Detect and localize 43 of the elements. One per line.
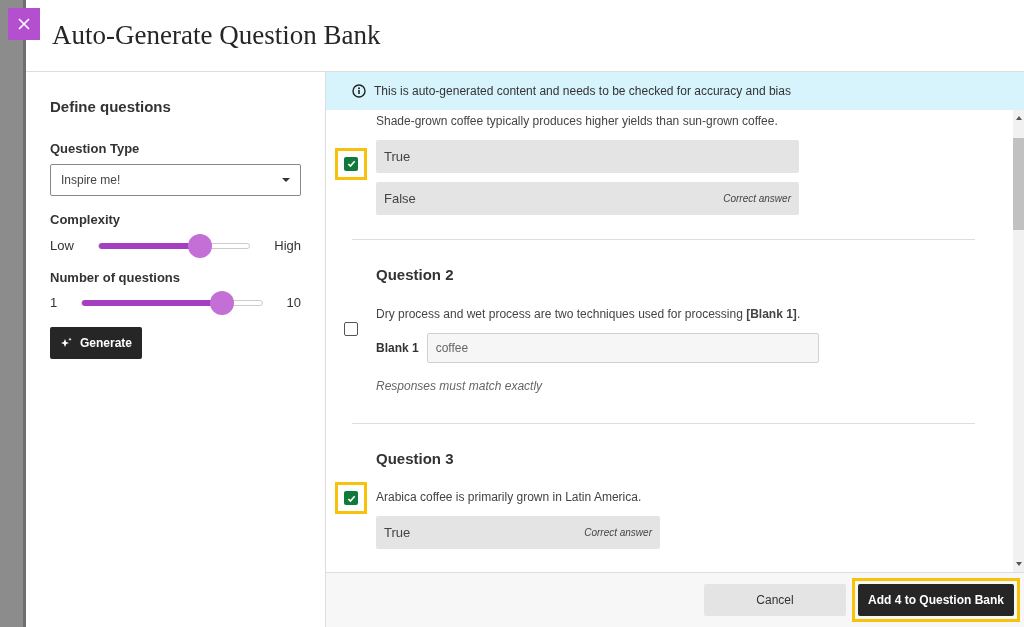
info-icon [352, 84, 366, 98]
caret-icon [282, 178, 290, 182]
close-button[interactable] [8, 8, 40, 40]
checkbox[interactable] [344, 156, 358, 171]
option-text: True [384, 523, 411, 542]
question-title: Question 2 [376, 265, 455, 285]
slider-max-label: 10 [286, 294, 301, 313]
hint-text: Responses must match exactly [376, 377, 544, 395]
question-statement: Arabica coffee is primarily grown in Latin America. [376, 489, 643, 506]
field-label: Question Type [50, 139, 141, 158]
correct-answer-label: Correct answer [584, 526, 652, 540]
slider-label: Complexity [50, 211, 122, 229]
question-title: Question 3 [376, 448, 455, 469]
sparkle-icon [60, 337, 72, 349]
close-icon [18, 18, 30, 30]
correct-answer-label: Correct answer [723, 192, 791, 206]
generate-button[interactable]: Generate [50, 327, 143, 359]
checkbox[interactable] [344, 322, 358, 337]
slider-thumb[interactable] [210, 291, 235, 315]
check-icon [346, 493, 356, 503]
checkbox[interactable] [344, 491, 358, 506]
scroll-up-icon [1015, 116, 1022, 120]
scrollbar[interactable] [1013, 110, 1024, 572]
scrollbar-thumb[interactable] [1013, 138, 1024, 230]
option-text: True [384, 147, 411, 166]
slider-min-label: Low [50, 236, 74, 255]
option-text: False [384, 189, 416, 208]
question-statement: Dry process and wet process are two techniques used for processing [Blank 1]. [376, 305, 802, 323]
slider-min-label: 1 [50, 294, 58, 313]
question-type-dropdown[interactable]: Inspire me! [50, 164, 301, 196]
check-icon [346, 159, 356, 168]
dialog-title: Auto-Generate Question Bank [52, 19, 381, 53]
notice-text: This is auto-generated content and needs to be checked for accuracy and bias [374, 83, 791, 100]
scroll-down-icon [1015, 562, 1022, 566]
slider-max-label: High [274, 236, 301, 255]
blank-label: Blank 1 [376, 339, 419, 357]
question-statement: Shade-grown coffee typically produces higher yields than sun-grown coffee. [376, 113, 779, 130]
cancel-button[interactable]: Cancel [704, 584, 846, 616]
slider-label: Number of questions [50, 268, 181, 287]
section-heading: Define questions [50, 97, 172, 117]
add-to-bank-button[interactable]: Add 4 to Question Bank [858, 584, 1014, 616]
answer-field[interactable]: coffee [426, 332, 819, 363]
slider-thumb[interactable] [187, 233, 212, 258]
